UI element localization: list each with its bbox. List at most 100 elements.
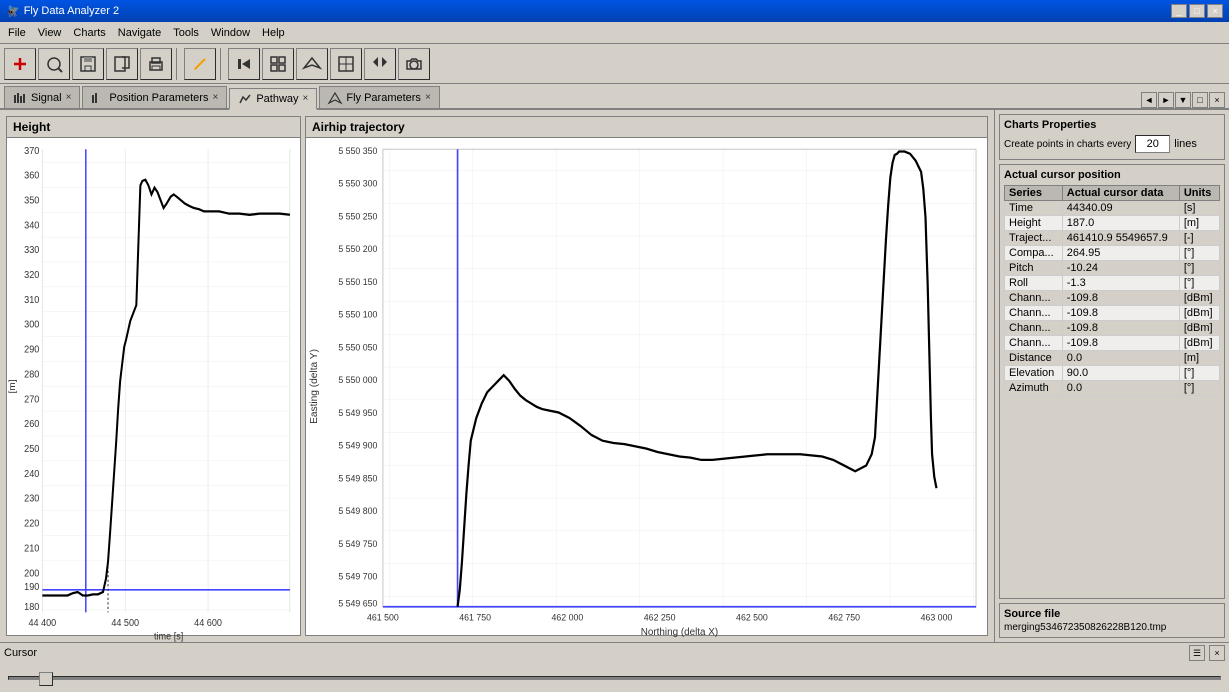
svg-text:Northing (delta X): Northing (delta X) bbox=[641, 627, 718, 638]
trajectory-chart-panel: Airhip trajectory bbox=[305, 116, 988, 636]
cell-value: -109.8 bbox=[1062, 321, 1179, 336]
fly-tab-icon bbox=[328, 91, 342, 105]
tab-signal[interactable]: Signal × bbox=[4, 86, 80, 108]
create-points-row: Create points in charts every lines bbox=[1004, 135, 1220, 153]
cell-series: Pitch bbox=[1005, 261, 1063, 276]
menu-tools[interactable]: Tools bbox=[167, 25, 205, 41]
svg-text:461 500: 461 500 bbox=[367, 612, 399, 622]
tab-close-all-btn[interactable]: × bbox=[1209, 92, 1225, 108]
tab-menu-btn[interactable]: □ bbox=[1192, 92, 1208, 108]
cell-units: [dBm] bbox=[1179, 291, 1219, 306]
pathway-tab-icon bbox=[238, 92, 252, 106]
height-chart-panel: Height 370 360 bbox=[6, 116, 301, 636]
tab-prev-btn[interactable]: ◄ bbox=[1141, 92, 1157, 108]
menu-view[interactable]: View bbox=[32, 25, 68, 41]
svg-text:230: 230 bbox=[24, 493, 39, 505]
tab-pathway-label: Pathway bbox=[256, 93, 298, 105]
svg-text:5 549 800: 5 549 800 bbox=[338, 506, 377, 516]
svg-text:5 550 250: 5 550 250 bbox=[338, 211, 377, 221]
cell-series: Chann... bbox=[1005, 306, 1063, 321]
menu-help[interactable]: Help bbox=[256, 25, 291, 41]
svg-text:462 500: 462 500 bbox=[736, 612, 768, 622]
app-icon: 🪰 bbox=[6, 5, 20, 18]
app-title: Fly Data Analyzer 2 bbox=[24, 5, 119, 17]
svg-text:300: 300 bbox=[24, 319, 39, 331]
cell-units: [°] bbox=[1179, 366, 1219, 381]
svg-text:340: 340 bbox=[24, 220, 39, 232]
toolbar-save-btn[interactable] bbox=[72, 48, 104, 80]
cell-units: [°] bbox=[1179, 381, 1219, 396]
tab-fly-close[interactable]: × bbox=[425, 92, 431, 103]
tab-fly[interactable]: Fly Parameters × bbox=[319, 86, 439, 108]
close-btn[interactable]: × bbox=[1207, 4, 1223, 18]
cursor-close-btn[interactable]: × bbox=[1209, 645, 1225, 661]
table-row: Traject...461410.9 5549657.9[-] bbox=[1005, 231, 1220, 246]
menu-charts[interactable]: Charts bbox=[67, 25, 111, 41]
position-tab-icon bbox=[91, 91, 105, 105]
table-row: Compa...264.95[°] bbox=[1005, 246, 1220, 261]
table-row: Chann...-109.8[dBm] bbox=[1005, 321, 1220, 336]
restore-btn[interactable]: □ bbox=[1189, 4, 1205, 18]
svg-text:220: 220 bbox=[24, 518, 39, 530]
cursor-slider[interactable] bbox=[8, 676, 1221, 680]
toolbar-cam-btn[interactable] bbox=[398, 48, 430, 80]
minimize-btn[interactable]: _ bbox=[1171, 4, 1187, 18]
svg-text:5 550 350: 5 550 350 bbox=[338, 146, 377, 156]
tab-position-close[interactable]: × bbox=[212, 92, 218, 103]
cell-units: [°] bbox=[1179, 261, 1219, 276]
menu-window[interactable]: Window bbox=[205, 25, 256, 41]
svg-text:320: 320 bbox=[24, 270, 39, 282]
svg-text:5 549 850: 5 549 850 bbox=[338, 473, 377, 483]
toolbar-fly-btn[interactable] bbox=[296, 48, 328, 80]
toolbar-new-btn[interactable] bbox=[4, 48, 36, 80]
tab-next-btn[interactable]: ► bbox=[1158, 92, 1174, 108]
slider-thumb[interactable] bbox=[39, 672, 53, 686]
cell-series: Elevation bbox=[1005, 366, 1063, 381]
toolbar-edit-btn[interactable] bbox=[184, 48, 216, 80]
svg-text:260: 260 bbox=[24, 419, 39, 431]
cell-series: Distance bbox=[1005, 351, 1063, 366]
slider-container[interactable] bbox=[4, 665, 1225, 690]
toolbar bbox=[0, 44, 1229, 84]
table-row: Roll-1.3[°] bbox=[1005, 276, 1220, 291]
toolbar-expand-btn[interactable] bbox=[330, 48, 362, 80]
right-panel: Charts Properties Create points in chart… bbox=[994, 110, 1229, 642]
svg-text:5 550 000: 5 550 000 bbox=[338, 375, 377, 385]
tab-signal-close[interactable]: × bbox=[66, 92, 72, 103]
menu-navigate[interactable]: Navigate bbox=[112, 25, 167, 41]
height-chart-title: Height bbox=[7, 117, 300, 138]
toolbar-shrink-btn[interactable] bbox=[364, 48, 396, 80]
tab-list-btn[interactable]: ▼ bbox=[1175, 92, 1191, 108]
cell-units: [m] bbox=[1179, 351, 1219, 366]
tab-navigation: ◄ ► ▼ □ × bbox=[1141, 92, 1225, 108]
cell-units: [s] bbox=[1179, 201, 1219, 216]
tab-position-label: Position Parameters bbox=[109, 92, 208, 104]
toolbar-open-btn[interactable] bbox=[38, 48, 70, 80]
toolbar-export-btn[interactable] bbox=[106, 48, 138, 80]
trajectory-chart-svg: 5 550 350 5 550 300 5 550 250 5 550 200 … bbox=[306, 138, 987, 635]
cursor-menu-btn[interactable]: ☰ bbox=[1189, 645, 1205, 661]
toolbar-prev-btn[interactable] bbox=[228, 48, 260, 80]
cursor-position-title: Actual cursor position bbox=[1004, 169, 1220, 181]
svg-text:5 549 650: 5 549 650 bbox=[338, 599, 377, 609]
menu-file[interactable]: File bbox=[2, 25, 32, 41]
toolbar-grid-btn[interactable] bbox=[262, 48, 294, 80]
col-series: Series bbox=[1005, 186, 1063, 201]
svg-text:5 549 950: 5 549 950 bbox=[338, 408, 377, 418]
svg-text:280: 280 bbox=[24, 369, 39, 381]
svg-text:462 250: 462 250 bbox=[644, 612, 676, 622]
tab-pathway[interactable]: Pathway × bbox=[229, 88, 317, 110]
toolbar-print-btn[interactable] bbox=[140, 48, 172, 80]
cell-units: [m] bbox=[1179, 216, 1219, 231]
svg-text:240: 240 bbox=[24, 468, 39, 480]
tab-position[interactable]: Position Parameters × bbox=[82, 86, 227, 108]
table-row: Chann...-109.8[dBm] bbox=[1005, 336, 1220, 351]
svg-text:[m]: [m] bbox=[8, 379, 18, 393]
table-row: Elevation90.0[°] bbox=[1005, 366, 1220, 381]
create-points-input[interactable] bbox=[1135, 135, 1170, 153]
svg-text:44 500: 44 500 bbox=[111, 618, 139, 630]
tab-pathway-close[interactable]: × bbox=[303, 93, 309, 104]
svg-text:5 550 300: 5 550 300 bbox=[338, 178, 377, 188]
toolbar-sep1 bbox=[176, 48, 180, 80]
title-bar-controls[interactable]: _ □ × bbox=[1171, 4, 1223, 18]
